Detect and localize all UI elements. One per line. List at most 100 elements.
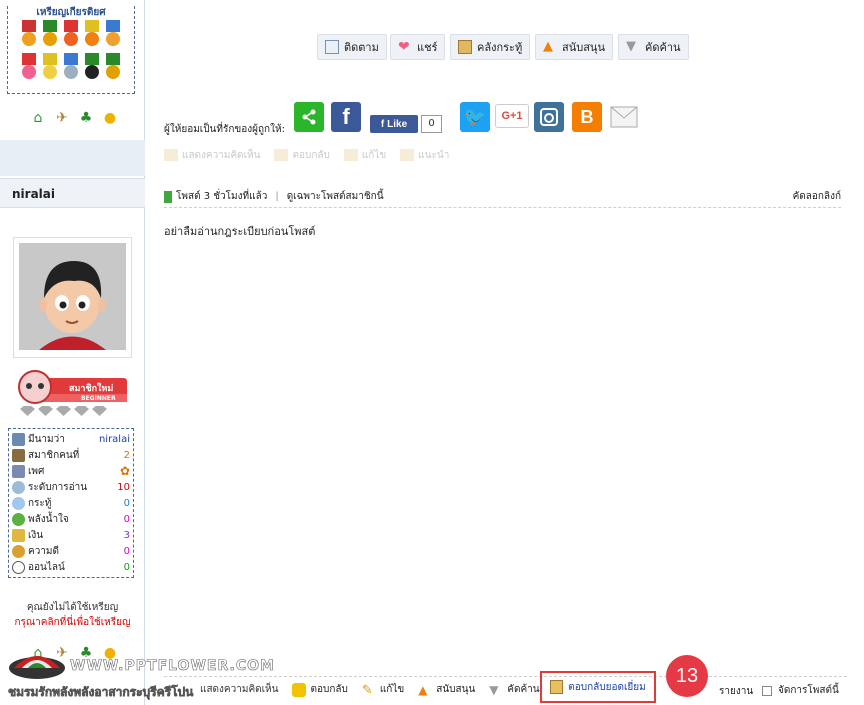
manage-checkbox[interactable] [762,685,772,696]
rank-sublabel: BEGINNER [81,395,116,402]
faded-post-actions: แสดงความคิดเห็น ตอบกลับ แก้ไข แนะนำ [164,148,449,163]
avatar-frame [13,237,132,358]
medal-icon[interactable] [83,53,101,83]
edit-button[interactable]: ✎ แก้ไข [361,682,404,698]
user-stats: มีนามว่า niralai สมาชิกคนที่ 2 เพศ ✿ ระดับก… [8,428,134,578]
facebook-like-count: 0 [421,115,442,133]
medal-icon[interactable] [83,20,101,50]
add-friend-icon[interactable]: ♣ [78,110,94,126]
email-icon[interactable] [609,102,639,132]
facebook-icon[interactable]: f [331,102,361,132]
follow-icon [325,40,339,54]
watermark-site: WWW.PPTFLOWER.COM [70,658,275,675]
avatar[interactable] [19,243,126,350]
support-button[interactable]: ▲ สนับสนุน [535,34,613,60]
stat-row: พลังน้ำใจ 0 [12,511,130,527]
manage-post[interactable]: จัดการโพสต์นี้ [762,683,839,698]
arrow-down-icon: ▼ [626,39,636,54]
post-time: โพสต์ 3 ชั่วโมงที่แล้ว [176,191,268,202]
money-icon [12,528,25,542]
magnifier-icon [12,480,25,494]
heart-icon: ❤ [398,39,410,55]
medal-icon[interactable] [62,20,80,50]
faded-comment[interactable]: แสดงความคิดเห็น [164,148,260,163]
medal-icon[interactable] [20,53,38,83]
best-reply-icon [550,680,564,694]
separator: | [275,191,279,202]
sidebar-band [0,140,145,176]
stat-row: ออนไลน์ 0 [12,559,130,575]
medal-icon[interactable] [41,20,59,50]
comment-button[interactable]: แสดงความคิดเห็น [200,682,278,697]
google-plus-icon[interactable]: G+1 [495,104,529,128]
share-label: ผู้ให้ยอมเป็นที่รักของผู้ถูกให้: [164,124,285,135]
diamond-icon [92,406,107,416]
gender-icon [12,464,25,478]
share-icon[interactable] [294,102,324,132]
twitter-icon[interactable]: 🐦 [460,102,490,132]
pencil-icon [343,149,358,161]
id-card-icon [12,432,25,446]
watermark-tagline: ชมรมรักพลังพลังอาสากระบุรีครีโปน [8,685,194,700]
diamond-icon [38,406,53,416]
gender-unknown-icon: ✿ [119,464,130,478]
medal-icon[interactable] [62,53,80,83]
rank-badge: สมาชิกใหม่ BEGINNER [17,370,127,406]
medal-title: เหรียญเกียรติยศ [8,5,134,20]
user-sidebar: เหรียญเกียรติยศ ⌂ ✈ ♣ ● niralai สมาชิกให… [0,0,145,705]
best-reply-button[interactable]: ตอบกลับยอดเยี่ยม [540,671,656,703]
medal-icon[interactable] [20,20,38,50]
home-icon[interactable]: ⌂ [30,110,46,126]
medal-grid [20,20,122,83]
facebook-like-button[interactable]: f Like [370,115,418,133]
reply-icon [274,149,289,161]
follow-button[interactable]: ติดตาม [317,34,387,60]
post-meta: โพสต์ 3 ชั่วโมงที่แล้ว | ดูเฉพาะโพสต์สมา… [164,186,841,208]
stat-row: ความดี 0 [12,543,130,559]
oppose-button[interactable]: ▼ คัดค้าน [618,34,689,60]
faded-reply[interactable]: ตอบกลับ [274,148,330,163]
stat-row: เพศ ✿ [12,463,130,479]
send-icon[interactable]: ✈ [54,110,70,126]
clock-icon [12,560,25,574]
post-actions: แสดงความคิดเห็น ตอบกลับ ✎ แก้ไข ▲ สนับสนุน… [200,682,554,698]
blogger-icon[interactable]: B [572,102,602,132]
username-bar: niralai [0,178,145,208]
faded-edit[interactable]: แก้ไข [343,148,386,163]
step-marker: 13 [666,655,708,697]
stat-row: มีนามว่า niralai [12,431,130,447]
flag-icon [164,190,172,203]
archive-button[interactable]: คลังกระทู้ [450,34,531,60]
support-button-bottom[interactable]: ▲ สนับสนุน [418,682,475,697]
pencil-icon: ✎ [361,682,373,698]
leaf-icon [12,512,25,526]
faded-recommend[interactable]: แนะนำ [400,148,449,163]
facebook-icon: f [380,118,385,130]
instagram-icon[interactable] [534,102,564,132]
report-link[interactable]: รายงาน [719,684,753,699]
username[interactable]: niralai [12,187,55,201]
copy-link[interactable]: คัดลอกลิงก์ [793,189,841,204]
use-medal-link[interactable]: กรุณาคลิกที่นี่เพื่อใช้เหรียญ [0,615,145,630]
diamond-icon [56,406,71,416]
diamond-icon [74,406,89,416]
share-button[interactable]: ❤ แชร์ [390,34,446,60]
oppose-button-bottom[interactable]: ▼ คัดค้าน [489,682,539,697]
gift-icon[interactable]: ● [102,110,118,126]
medal-icon[interactable] [104,20,122,50]
medal-box: เหรียญเกียรติยศ [7,5,135,94]
medal-icon[interactable] [104,53,122,83]
diamond-icon [20,406,35,416]
rank-label: สมาชิกใหม่ [69,384,114,394]
reply-button[interactable]: ตอบกลับ [292,682,348,697]
medal-icon[interactable] [41,53,59,83]
profile-shortcuts: ⌂ ✈ ♣ ● [30,110,118,126]
member-filter-link[interactable]: ดูเฉพาะโพสต์สมาชิกนี้ [287,189,384,204]
bottom-divider [164,676,847,677]
post-body: อย่าลืมอ่านกฎระเบียบก่อนโพสต์ [164,225,316,238]
arrow-down-icon: ▼ [489,682,499,697]
medal-note: คุณยังไม่ได้ใช้เหรียญ [26,602,119,613]
stat-row: สมาชิกคนที่ 2 [12,447,130,463]
watermark-logo [8,650,66,680]
rank-diamonds [20,406,107,416]
